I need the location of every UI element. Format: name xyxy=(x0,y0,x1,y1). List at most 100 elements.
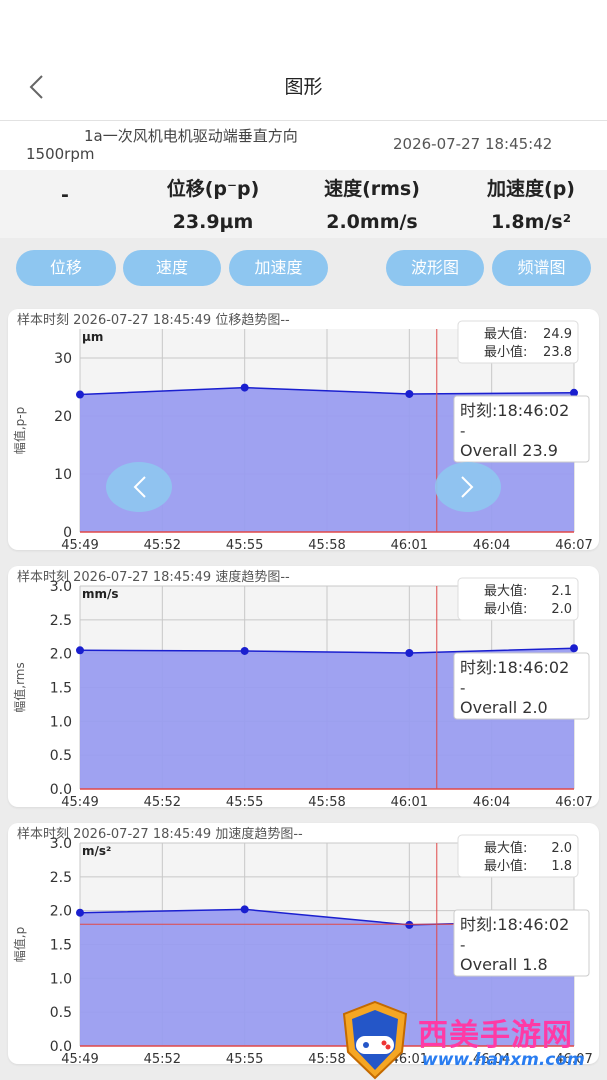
data-point xyxy=(240,646,249,655)
summary-col-acceleration: 加速度(p) 1.8m/s² xyxy=(458,174,604,233)
min-value: 1.8 xyxy=(551,859,572,874)
y-tick-label: 1.5 xyxy=(50,938,72,954)
max-value: 2.1 xyxy=(551,584,572,599)
tooltip-dash: - xyxy=(460,936,465,954)
max-value: 24.9 xyxy=(543,327,572,342)
velocity-trend-card: 样本时刻 2026-07-27 18:45:49 速度趋势图-- 0.0 0.5 1.… xyxy=(8,566,599,807)
summary-col-displacement: 位移(p⁻p) 23.9µm xyxy=(138,174,288,233)
summary-value-displacement: 23.9µm xyxy=(172,211,254,233)
y-axis-label: 幅值,p xyxy=(12,927,27,962)
summary-value-acceleration: 1.8m/s² xyxy=(490,211,572,233)
x-tick-label: 45:58 xyxy=(308,795,345,807)
y-tick-label: 2.0 xyxy=(50,647,72,663)
data-point xyxy=(570,644,578,653)
summary-label-displacement: 位移(p⁻p) xyxy=(166,178,260,200)
x-tick-label: 46:07 xyxy=(555,538,592,550)
displacement-trend-chart: 样本时刻 2026-07-27 18:45:49 位移趋势图--0102030µ… xyxy=(12,312,593,550)
max-label: 最大值: xyxy=(484,326,527,342)
max-label: 最大值: xyxy=(484,840,527,856)
watermark-logo: 西美手游网 www.hanxm.com xyxy=(340,1000,607,1080)
watermark-text: 西美手游网 xyxy=(418,1018,573,1053)
x-tick-label: 45:55 xyxy=(226,1052,263,1064)
min-value: 2.0 xyxy=(551,602,572,617)
y-tick-label: 0.5 xyxy=(50,1005,72,1021)
x-tick-label: 46:04 xyxy=(473,538,510,550)
summary-col-velocity: 速度(rms) 2.0mm/s xyxy=(296,174,448,233)
tooltip-time: 时刻:18:46:02 xyxy=(460,401,569,420)
x-tick-label: 46:04 xyxy=(473,795,510,807)
tooltip-overall: Overall 23.9 xyxy=(460,441,558,460)
y-tick-label: 30 xyxy=(54,351,72,367)
watermark-url: www.hanxm.com xyxy=(422,1050,585,1070)
y-axis-label: 幅值,rms xyxy=(12,662,27,712)
data-point xyxy=(76,390,84,399)
y-tick-label: 3.0 xyxy=(50,579,72,595)
y-tick-label: 2.5 xyxy=(50,613,72,629)
y-tick-label: 20 xyxy=(54,409,72,425)
x-tick-label: 45:52 xyxy=(144,1052,181,1064)
y-tick-label: 0.5 xyxy=(50,748,72,764)
min-label: 最小值: xyxy=(484,601,527,617)
y-tick-label: 1.0 xyxy=(50,971,72,987)
unit-label: mm/s xyxy=(82,587,119,601)
tooltip-dash: - xyxy=(460,679,465,697)
unit-label: µm xyxy=(82,330,103,344)
min-label: 最小值: xyxy=(484,344,527,360)
x-tick-label: 45:49 xyxy=(61,795,98,807)
tooltip-overall: Overall 1.8 xyxy=(460,955,548,974)
device-info-bar: 1a一次风机电机驱动端垂直方向 1500rpm 2026-07-27 18:45… xyxy=(0,120,607,170)
summary-values: - 位移(p⁻p) 23.9µm 速度(rms) 2.0mm/s 加速度(p) … xyxy=(0,170,607,238)
data-point xyxy=(405,389,414,398)
next-arrow-bg xyxy=(435,462,501,512)
min-value: 23.8 xyxy=(543,345,572,360)
displacement-trend-card: 样本时刻 2026-07-27 18:45:49 位移趋势图-- 0 10 20 30 µ… xyxy=(8,309,599,550)
summary-label-acceleration: 加速度(p) xyxy=(487,178,575,200)
tooltip-overall: Overall 2.0 xyxy=(460,698,548,717)
device-name: 1a一次风机电机驱动端垂直方向 xyxy=(84,127,298,145)
x-tick-label: 45:58 xyxy=(308,538,345,550)
x-tick-label: 45:55 xyxy=(226,795,263,807)
acceleration-button[interactable]: 加速度 xyxy=(229,250,328,286)
x-tick-label: 45:52 xyxy=(144,538,181,550)
y-tick-label: 2.5 xyxy=(50,870,72,886)
x-tick-label: 46:07 xyxy=(555,795,592,807)
min-label: 最小值: xyxy=(484,858,527,874)
spectrum-button[interactable]: 频谱图 xyxy=(492,250,591,286)
waveform-button[interactable]: 波形图 xyxy=(386,250,484,286)
x-tick-label: 46:01 xyxy=(391,795,428,807)
page-title: 图形 xyxy=(284,76,323,98)
data-point xyxy=(76,646,84,655)
summary-col-0: - xyxy=(40,174,90,206)
next-arrow-button[interactable] xyxy=(435,462,501,512)
y-tick-label: 2.0 xyxy=(50,904,72,920)
x-tick-label: 45:52 xyxy=(144,795,181,807)
max-value: 2.0 xyxy=(551,841,572,856)
measurement-datetime: 2026-07-27 18:45:42 xyxy=(393,135,553,153)
data-point xyxy=(405,920,414,929)
app-header: 图形 xyxy=(0,0,607,120)
y-tick-label: 3.0 xyxy=(50,836,72,852)
tooltip-time: 时刻:18:46:02 xyxy=(460,915,569,934)
velocity-button[interactable]: 速度 xyxy=(123,250,221,286)
max-label: 最大值: xyxy=(484,583,527,599)
prev-arrow-button[interactable] xyxy=(106,462,172,512)
displacement-button[interactable]: 位移 xyxy=(16,250,116,286)
x-tick-label: 46:01 xyxy=(391,538,428,550)
y-tick-label: 1.0 xyxy=(50,714,72,730)
summary-label-velocity: 速度(rms) xyxy=(324,178,420,200)
tooltip-time: 时刻:18:46:02 xyxy=(460,658,569,677)
summary-value-velocity: 2.0mm/s xyxy=(326,211,418,233)
device-rpm: 1500rpm xyxy=(26,145,95,163)
unit-label: m/s² xyxy=(82,844,111,858)
x-tick-label: 45:55 xyxy=(226,538,263,550)
y-axis-label: 幅值,p-p xyxy=(12,407,27,454)
gamepad-shield-icon xyxy=(342,1000,408,1080)
y-tick-label: 10 xyxy=(54,467,72,483)
data-point xyxy=(405,648,414,657)
prev-arrow-bg xyxy=(106,462,172,512)
toolbar: 位移 速度 加速度 波形图 频谱图 xyxy=(0,238,607,300)
data-point xyxy=(76,908,84,917)
velocity-trend-chart: 样本时刻 2026-07-27 18:45:49 速度趋势图--0.00.51.… xyxy=(12,569,593,807)
tooltip-dash: - xyxy=(460,422,465,440)
y-tick-label: 1.5 xyxy=(50,681,72,697)
